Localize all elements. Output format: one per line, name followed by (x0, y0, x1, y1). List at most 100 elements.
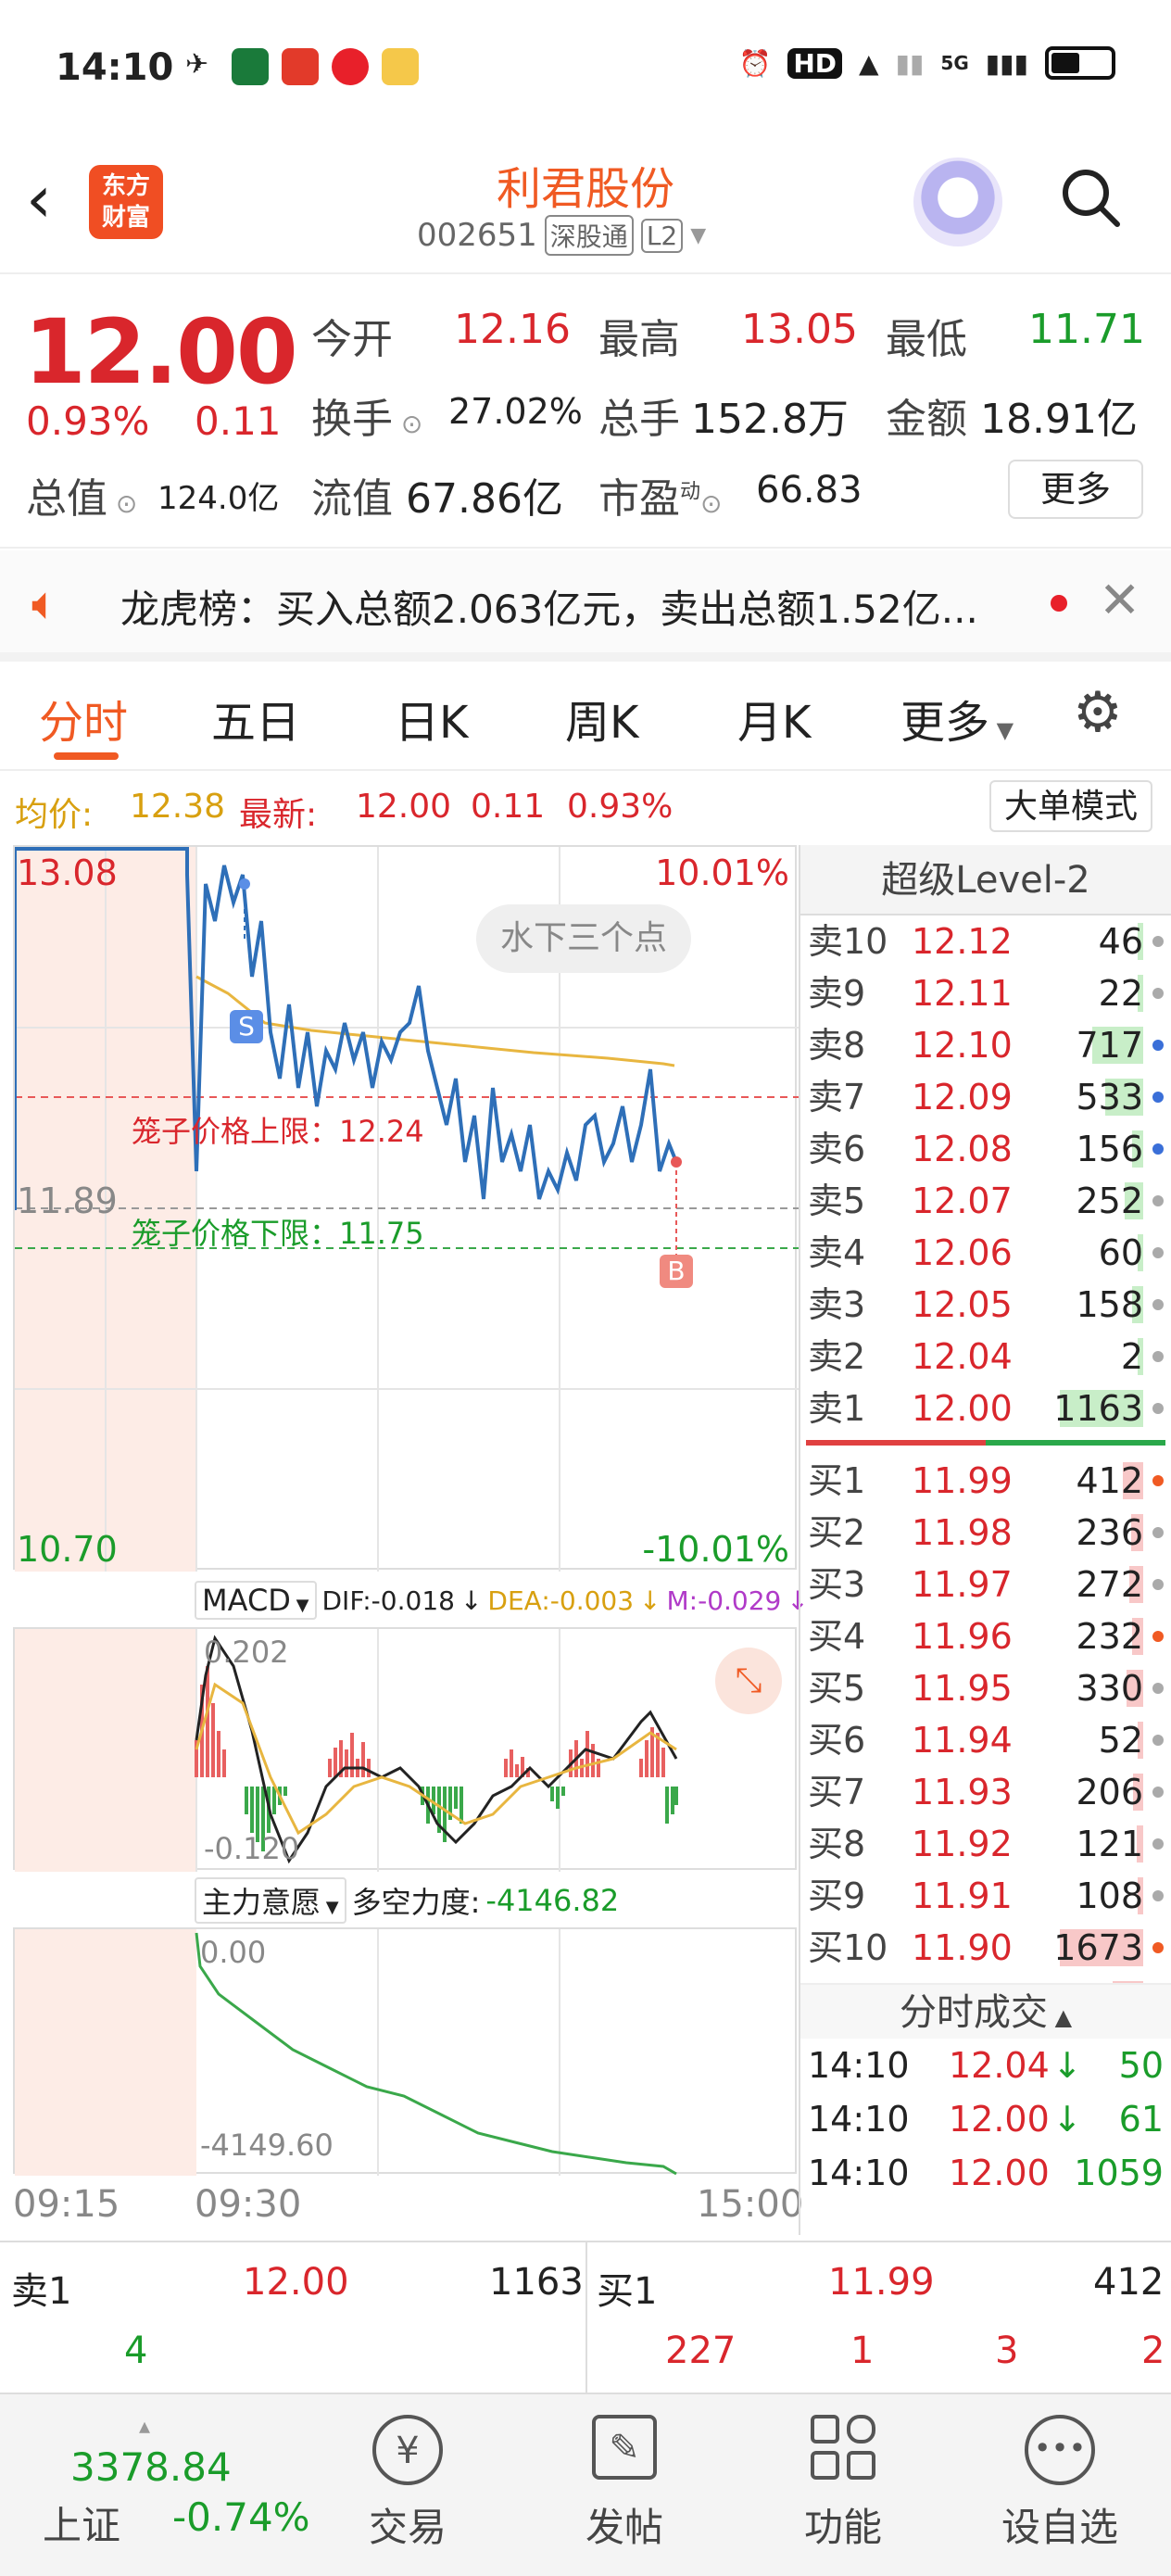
bottom-buy1-price: 11.99 (828, 2261, 935, 2304)
mkt-cap-value: 124.0亿 (157, 480, 280, 517)
dragon-tiger-notice[interactable]: 🔈︎ 龙虎榜：买入总额2.063亿元，卖出总额1.52亿... ✕ (0, 550, 1171, 662)
volume-value: 152.8万 (691, 396, 849, 443)
chart-up-pct: 10.01% (655, 852, 789, 893)
bid-row[interactable]: 买2 11.98 236 (800, 1507, 1171, 1559)
stock-code-row[interactable]: 002651 深股通 L2 ▼ (417, 215, 706, 256)
level-price: 11.89 (912, 1974, 1013, 1983)
tick-price: 12.04 (949, 2045, 1050, 2086)
level-label: 买6 (808, 1720, 866, 1761)
level-dot-icon (1152, 1092, 1164, 1103)
level-label: 买2 (808, 1512, 866, 1553)
ask-row[interactable]: 卖10 12.12 46 (800, 915, 1171, 967)
nav-post-label: 发帖 (585, 2505, 663, 2550)
level-label: 卖8 (808, 1025, 866, 1066)
level-price: 12.12 (912, 921, 1013, 962)
big-order-mode-button[interactable]: 大单模式 (989, 780, 1153, 832)
bid-row[interactable]: 买4 11.96 232 (800, 1610, 1171, 1662)
bid-row[interactable]: 买6 11.94 52 (800, 1714, 1171, 1766)
ask-row[interactable]: 卖2 12.04 2 (800, 1331, 1171, 1383)
bid-row[interactable]: 买10 11.90 1673 (800, 1922, 1171, 1974)
tick-direction-icon: ↓ (1052, 2045, 1082, 2086)
nav-post[interactable]: ✎ 发帖 (578, 2415, 671, 2553)
tab-intraday[interactable]: 分时 (39, 686, 128, 751)
last-price: 12.00 (24, 300, 298, 404)
bid-row[interactable]: 买9 11.91 108 (800, 1870, 1171, 1922)
force-label: 多空力度: (351, 1885, 481, 1920)
nav-function[interactable]: 功能 (797, 2415, 889, 2553)
level-volume: 236 (1076, 1512, 1143, 1553)
tick-price: 12.00 (949, 2099, 1050, 2140)
bid-row[interactable]: 买8 11.92 121 (800, 1818, 1171, 1870)
tick-list: 14:10 12.04 ↓ 50 14:10 12.00 ↓ 61 14:10 … (800, 2039, 1171, 2200)
nav-trade[interactable]: ¥ 交易 (361, 2415, 454, 2553)
force-selector[interactable]: 主力意愿 ▼ (195, 1877, 346, 1924)
bid-row[interactable]: 买11 11.89 615 (800, 1974, 1171, 1983)
bid-row[interactable]: 买7 11.93 206 (800, 1766, 1171, 1818)
level-label: 卖2 (808, 1336, 866, 1377)
bid-row[interactable]: 买3 11.97 272 (800, 1559, 1171, 1610)
level2-title[interactable]: 超级Level-2 (800, 845, 1171, 915)
level-price: 11.96 (912, 1616, 1013, 1657)
ask-row[interactable]: 卖3 12.05 158 (800, 1279, 1171, 1331)
level-volume: 330 (1076, 1668, 1143, 1709)
ask-row[interactable]: 卖9 12.11 22 (800, 967, 1171, 1019)
sell-marker[interactable]: S (230, 1010, 263, 1043)
level-label: 卖5 (808, 1181, 866, 1221)
ask-row[interactable]: 卖1 12.00 1163 (800, 1383, 1171, 1434)
open-label: 今开 (311, 316, 393, 363)
tick-price: 12.00 (949, 2153, 1050, 2193)
ask-row[interactable]: 卖6 12.08 156 (800, 1123, 1171, 1175)
quote-panel: 12.00 0.93% 0.11 今开 12.16 最高 13.05 最低 11… (0, 274, 1171, 549)
force-chart[interactable]: 0.00 -4149.60 (13, 1927, 797, 2176)
bid-row[interactable]: 买5 11.95 330 (800, 1662, 1171, 1714)
level-price: 12.07 (912, 1181, 1013, 1221)
level-volume: 533 (1076, 1077, 1143, 1118)
tab-weekly-k[interactable]: 周K (565, 686, 638, 751)
close-icon[interactable]: ✕ (1099, 571, 1140, 629)
tab-daily-k[interactable]: 日K (395, 686, 468, 751)
ask-row[interactable]: 卖7 12.09 533 (800, 1071, 1171, 1123)
tab-more[interactable]: 更多 ▼ (900, 686, 1014, 751)
chevron-up-icon: ▴ (139, 2413, 151, 2439)
level2-panel: 超级Level-2 卖10 12.12 46 卖9 12.11 22 卖8 12… (799, 845, 1171, 2235)
level-volume: 1673 (1053, 1927, 1143, 1968)
index-widget[interactable]: ▴ 3378.84 上证 -0.74% (37, 2413, 310, 2561)
index-name: 上证 (43, 2503, 121, 2548)
search-icon[interactable] (1058, 165, 1123, 230)
level-volume: 717 (1076, 1025, 1143, 1066)
level-dot-icon (1152, 1475, 1164, 1486)
intraday-chart[interactable]: 13.08 10.01% 11.89 10.70 -10.01% 水下三个点 笼… (13, 845, 799, 1572)
macd-selector[interactable]: MACD ▼ (195, 1581, 317, 1620)
tab-five-day[interactable]: 五日 (211, 686, 300, 751)
notice-text: 龙虎榜：买入总额2.063亿元，卖出总额1.52亿... (120, 587, 978, 632)
expand-icon[interactable]: ⤡ (715, 1648, 782, 1714)
nav-watchlist[interactable]: ••• 设自选 (995, 2415, 1125, 2553)
bid-row[interactable]: 买1 11.99 412 (800, 1455, 1171, 1507)
macd-bottom-value: -0.120 (204, 1831, 300, 1866)
level-price: 11.93 (912, 1772, 1013, 1812)
level-volume: 412 (1076, 1460, 1143, 1501)
ask-row[interactable]: 卖4 12.06 60 (800, 1227, 1171, 1279)
signal-icon-2: ▮▮▮ (985, 47, 1028, 79)
tab-monthly-k[interactable]: 月K (737, 686, 811, 751)
buy-marker[interactable]: B (660, 1255, 693, 1288)
ticks-header[interactable]: 分时成交 ▲ (800, 1983, 1171, 2039)
queue-qty-4: 3 (995, 2330, 1019, 2372)
tab-active-underline (54, 752, 119, 760)
status-right-icons: ⏰ HD ▲ ▮▮ 5G ▮▮▮ (738, 46, 1115, 80)
chart-tabs: 分时 五日 日K 周K 月K 更多 ▼ ⚙ (0, 662, 1171, 771)
macd-chart[interactable]: 0.202 -0.120 ⤡ (13, 1627, 797, 1872)
water-three-dots-tag[interactable]: 水下三个点 (476, 904, 692, 973)
bottom-buy1-label: 买1 (597, 2270, 658, 2313)
ask-row[interactable]: 卖5 12.07 252 (800, 1175, 1171, 1227)
level-dot-icon (1152, 988, 1164, 999)
level-label: 卖6 (808, 1129, 866, 1169)
level-label: 买11 (808, 1974, 888, 1983)
more-button[interactable]: 更多 (1008, 460, 1143, 519)
robot-avatar-icon[interactable] (913, 158, 1002, 246)
settings-gear-icon[interactable]: ⚙ (1073, 680, 1123, 745)
level-dot-icon (1152, 1838, 1164, 1850)
level-tag: L2 (640, 218, 684, 253)
ask-row[interactable]: 卖8 12.10 717 (800, 1019, 1171, 1071)
chart-down-pct: -10.01% (642, 1529, 789, 1570)
